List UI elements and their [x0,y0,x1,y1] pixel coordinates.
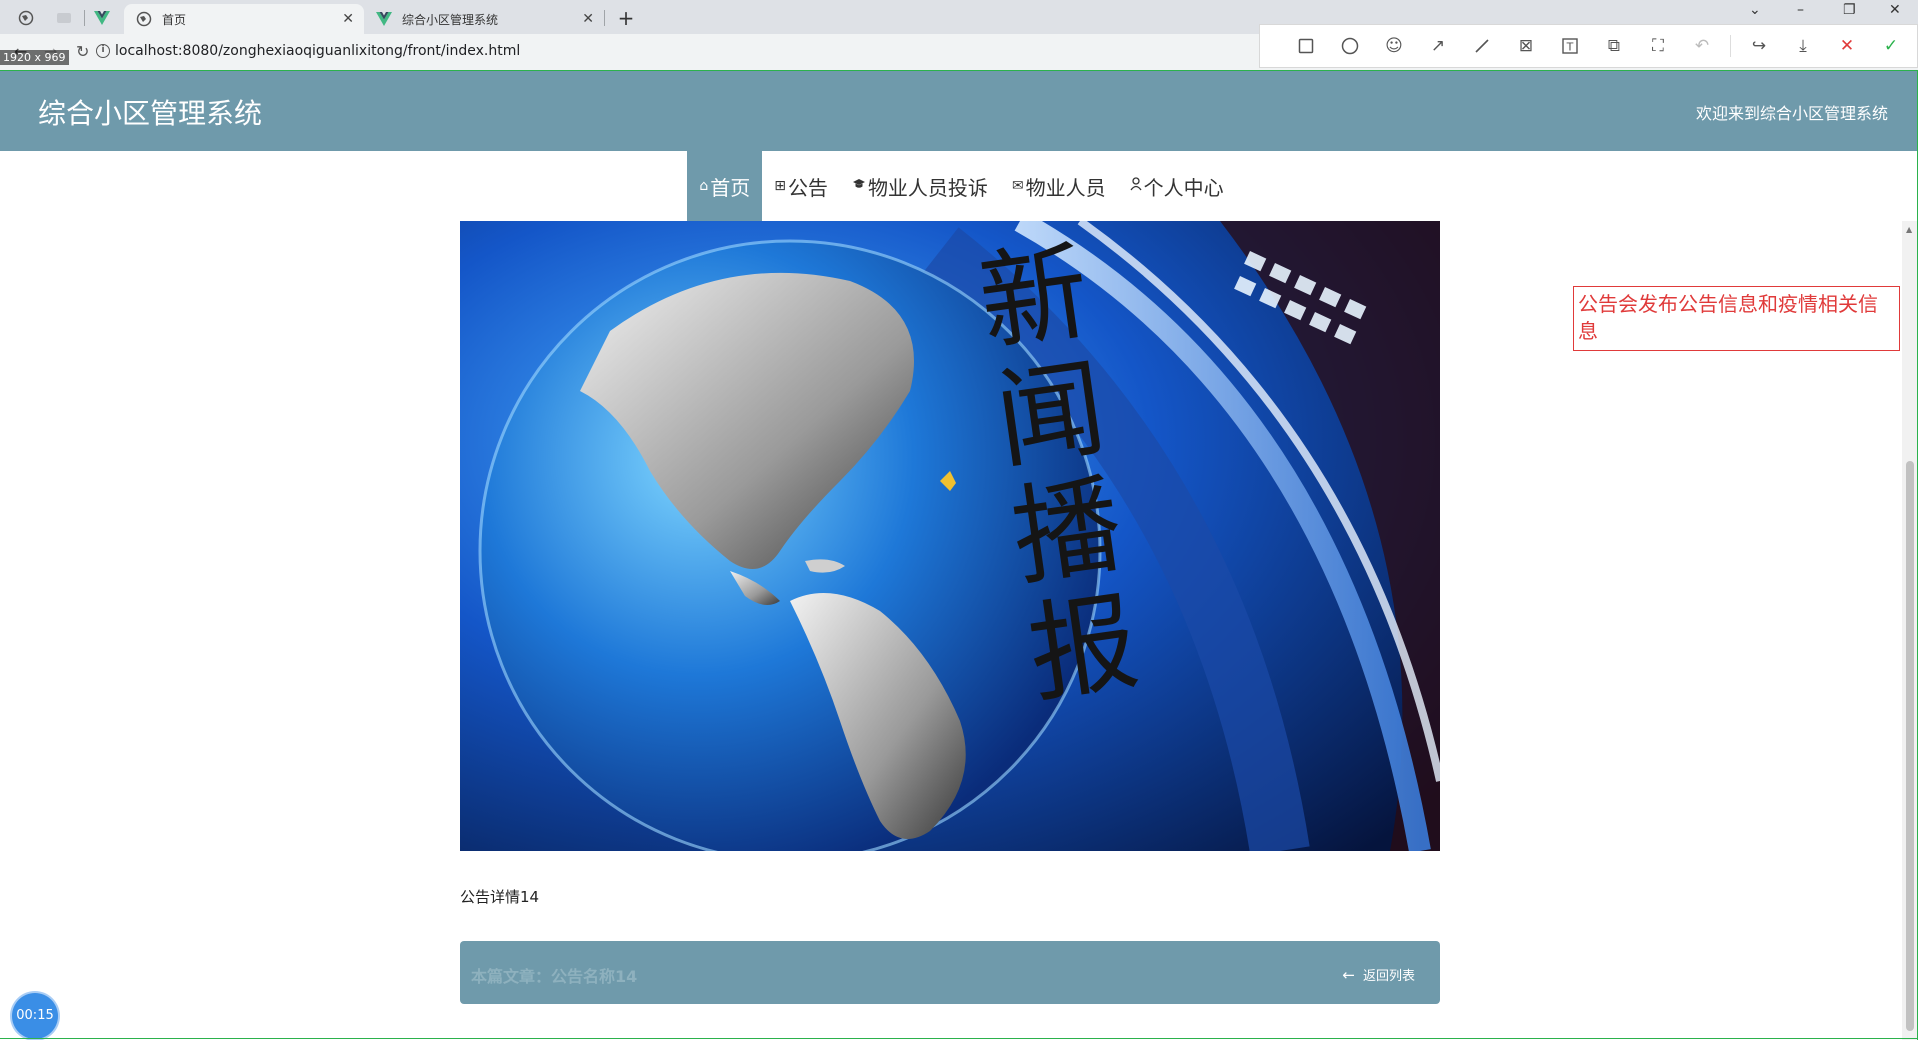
nav-label: 物业人员 [1025,175,1106,200]
vue-logo-icon[interactable] [88,6,116,30]
nav-label: 首页 [710,175,751,200]
text-tool-icon[interactable]: T [1548,31,1592,61]
info-icon[interactable]: i [96,44,110,58]
cancel-capture-icon[interactable]: ✕ [1825,31,1869,61]
user-icon [1130,177,1142,195]
arrow-left-icon: ← [1342,966,1355,984]
graduation-cap-icon [852,178,866,194]
arrow-tool-icon[interactable]: ↗ [1416,31,1460,61]
mosaic-tool-icon[interactable]: ⊠ [1504,31,1548,61]
back-to-list-link[interactable]: ← 返回列表 [1342,965,1415,984]
nav-item-announcements[interactable]: ⊞ 公告 [762,151,840,221]
scrollbar-thumb[interactable] [1906,461,1914,1031]
close-window-button[interactable]: ✕ [1889,2,1901,18]
nav-label: 物业人员投诉 [867,175,988,200]
capture-border-top [0,70,1918,71]
news-banner-image: 新 闻 播 报 [460,221,1440,851]
mail-icon: ✉ [1011,178,1024,194]
confirm-capture-icon[interactable]: ✓ [1869,31,1913,61]
share-icon[interactable]: ↪ [1737,31,1781,61]
close-tab-icon[interactable]: ✕ [582,11,594,27]
tab-title: 首页 [162,12,187,27]
nav-label: 公告 [787,175,828,200]
grid-icon: ⊞ [774,178,786,194]
scroll-up-icon[interactable]: ▲ [1906,225,1912,234]
minimize-button[interactable]: – [1797,2,1804,18]
current-article-label: 本篇文章：公告名称14 [471,967,638,986]
nav-item-profile[interactable]: 个人中心 [1118,151,1236,221]
tab-title: 综合小区管理系统 [402,12,499,27]
tab-home[interactable]: 首页 ✕ [124,4,364,34]
nav-item-home[interactable]: ⌂ 首页 [687,151,763,221]
nav-label: 个人中心 [1143,175,1224,200]
globe-icon [136,11,152,27]
svg-text:T: T [1566,41,1574,54]
nav-item-complaints[interactable]: 物业人员投诉 [840,151,1000,221]
main-nav: ⌂ 首页 ⊞ 公告 物业人员投诉 ✉ 物业人员 个人中心 [0,151,1918,221]
rectangle-tool-icon[interactable] [1284,31,1328,61]
recording-timer[interactable]: 00:15 [12,993,58,1039]
vue-logo-icon [376,11,392,27]
url-field[interactable]: localhost:8080/zonghexiaoqiguanlixitong/… [115,43,520,59]
home-icon: ⌂ [699,178,709,194]
welcome-text: 欢迎来到综合小区管理系统 [1695,104,1888,123]
ellipse-tool-icon[interactable] [1328,31,1372,61]
site-title: 综合小区管理系统 [38,97,263,130]
new-tab-button[interactable]: + [614,6,638,30]
screen-dimensions-label: 1920 x 969 [0,50,69,65]
pin-tool-icon[interactable]: ⧉ [1592,31,1636,61]
nav-item-staff[interactable]: ✉ 物业人员 [1000,151,1118,221]
close-tab-icon[interactable]: ✕ [342,11,354,27]
undo-icon[interactable]: ↶ [1680,31,1724,61]
chevron-down-icon[interactable]: ⌄ [1749,2,1761,18]
capture-toolbar: ☺ ↗ ⊠ T ⧉ ⛶ ↶ ↪ ⤓ ✕ ✓ [1259,24,1918,68]
page-scrollbar[interactable]: ▲ [1902,221,1918,1040]
restore-button[interactable]: ❐ [1843,2,1856,18]
capture-border-bottom [0,1038,1918,1039]
globe-icon[interactable] [12,6,40,30]
annotation-text-box[interactable]: 公告会发布公告信息和疫情相关信息 [1573,286,1900,351]
download-icon[interactable]: ⤓ [1781,31,1825,61]
reload-icon[interactable]: ↻ [76,42,89,61]
article-detail-text: 公告详情14 [460,888,540,906]
ocr-tool-icon[interactable]: ⛶ [1636,31,1680,61]
emoji-tool-icon[interactable]: ☺ [1372,31,1416,61]
line-tool-icon[interactable] [1460,31,1504,61]
article-footer-bar: 本篇文章：公告名称14 ← 返回列表 [460,941,1440,1004]
tab-placeholder-icon[interactable] [50,6,78,30]
site-header: 综合小区管理系统 欢迎来到综合小区管理系统 [0,70,1918,151]
tab-system[interactable]: 综合小区管理系统 ✕ [364,4,604,34]
